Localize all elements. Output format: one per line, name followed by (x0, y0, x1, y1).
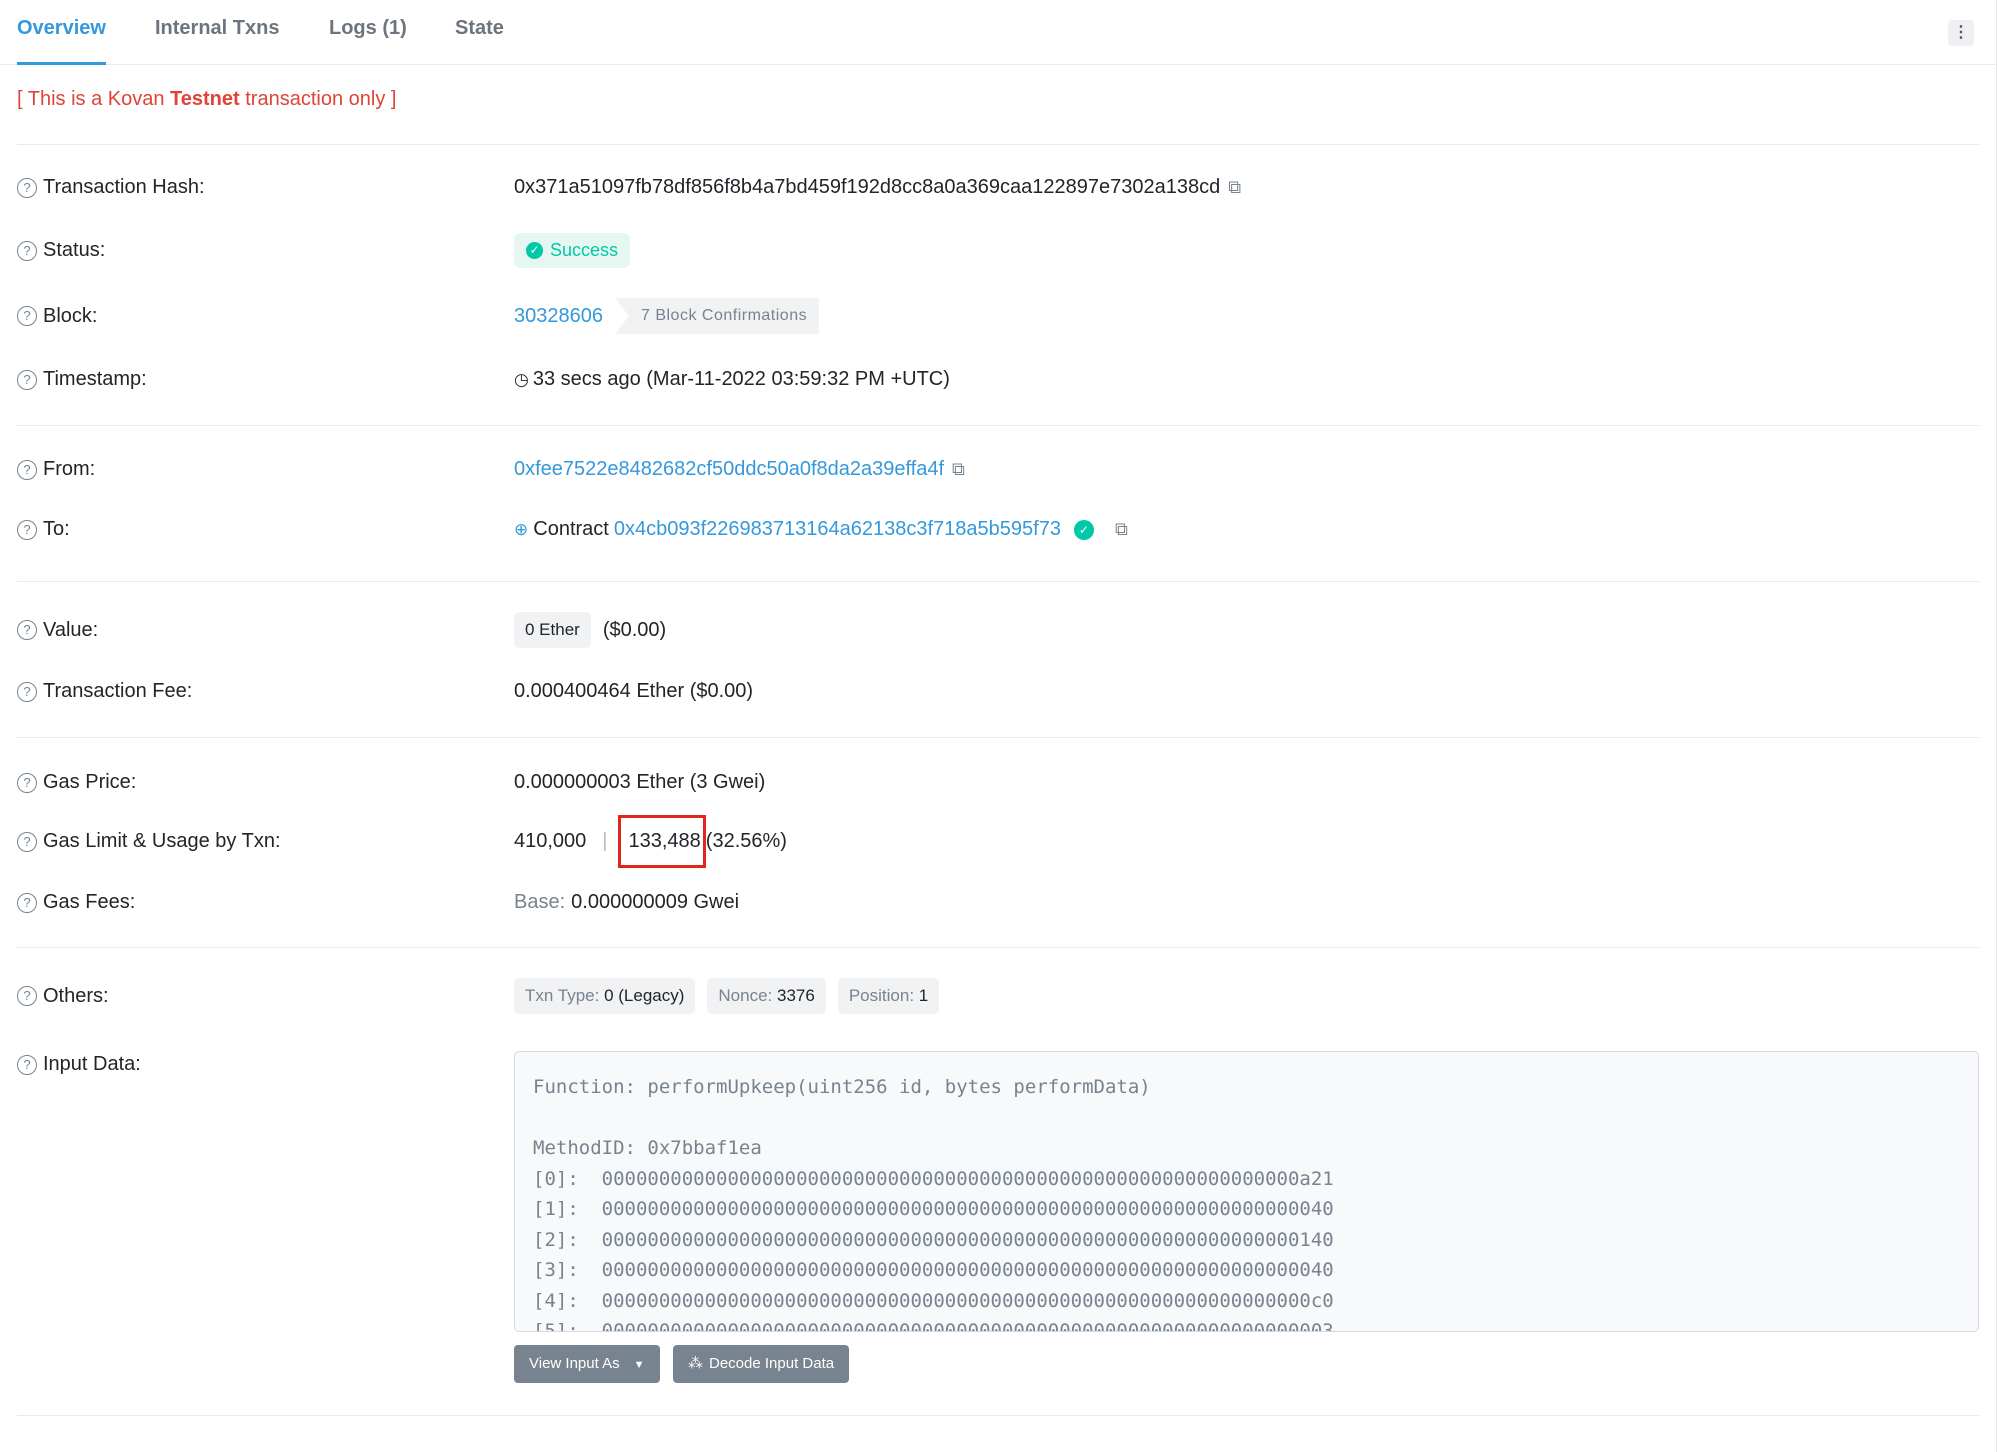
help-icon[interactable]: ? (17, 177, 37, 198)
right-border (1996, 0, 1997, 1452)
row-status: ? Status: ✓ Success (17, 233, 1979, 268)
label: Status: (43, 239, 106, 261)
gas-fees-value: 0.000000009 Gwei (571, 891, 740, 913)
testnet-notice: [ This is a Kovan Testnet transaction on… (17, 88, 396, 111)
verified-check-icon: ✓ (1073, 519, 1094, 540)
help-icon[interactable]: ? (17, 306, 37, 326)
tab-internal-txns[interactable]: Internal Txns (155, 17, 279, 62)
highlight-box: 133,488 (617, 815, 706, 868)
help-icon[interactable]: ? (17, 772, 37, 793)
row-block: ? Block: 30328606 7 Block Confirmations (17, 298, 1979, 334)
gas-price-value: 0.000000003 Ether (3 Gwei) (514, 771, 766, 793)
gas-used-value: 133,488 (628, 830, 701, 852)
value-usd: ($0.00) (602, 618, 667, 641)
row-gas-price: ? Gas Price: 0.000000003 Ether (3 Gwei) (17, 771, 1979, 794)
label: Gas Fees: (43, 891, 136, 913)
divider (17, 144, 1979, 145)
label: Gas Price: (43, 771, 137, 793)
zoom-in-icon[interactable]: ⊕ (514, 520, 528, 540)
row-gas-limit: ? Gas Limit & Usage by Txn: 410,000 | 133,4… (17, 815, 1979, 868)
pill-value: 0 (Legacy) (604, 986, 685, 1005)
position-badge: Position: 1 (837, 978, 940, 1014)
help-icon[interactable]: ? (17, 892, 37, 913)
label: Timestamp: (43, 368, 147, 390)
chevron-down-icon: ▼ (633, 1359, 645, 1371)
vertical-ellipsis-icon[interactable]: ⋮ (1948, 20, 1974, 46)
divider (17, 1415, 1979, 1416)
row-others: ? Others: Txn Type: 0 (Legacy) Nonce: 337… (17, 978, 1979, 1014)
help-icon[interactable]: ? (17, 459, 37, 480)
view-input-as-button[interactable]: View Input As ▼ (514, 1345, 660, 1383)
txn-type-badge: Txn Type: 0 (Legacy) (514, 978, 696, 1014)
status-badge: ✓ Success (514, 233, 631, 268)
help-icon[interactable]: ? (17, 986, 37, 1006)
row-value: ? Value: 0 Ether ($0.00) (17, 612, 1979, 648)
row-to: ? To: ⊕ Contract 0x4cb093f226983713164a6213… (17, 518, 1979, 541)
label: Transaction Hash: (43, 176, 205, 198)
tab-state[interactable]: State (455, 17, 504, 62)
notice-text-end: transaction only ] (239, 88, 397, 110)
row-timestamp: ? Timestamp: ◷ 33 secs ago (Mar-11-2022 03… (17, 368, 1979, 391)
help-icon[interactable]: ? (17, 1054, 37, 1075)
pill-key: Position: (848, 986, 915, 1005)
row-gas-fees: ? Gas Fees: Base: 0.000000009 Gwei (17, 891, 1979, 914)
status-text: Success (550, 240, 619, 260)
tab-logs[interactable]: Logs (1) (329, 17, 407, 62)
row-fee: ? Transaction Fee: 0.000400464 Ether ($0.… (17, 680, 1979, 703)
help-icon[interactable]: ? (17, 681, 37, 702)
pill-key: Nonce: (718, 986, 773, 1005)
value-badge: 0 Ether (514, 612, 591, 648)
divider (17, 737, 1979, 738)
label: Input Data: (43, 1053, 141, 1075)
copy-icon[interactable]: ⧉ (1228, 177, 1241, 198)
label: Block: (43, 304, 98, 327)
help-icon[interactable]: ? (17, 240, 37, 261)
help-icon[interactable]: ? (17, 519, 37, 540)
tx-hash: 0x371a51097fb78df856f8b4a7bd459f192d8cc8… (514, 176, 1221, 198)
gas-limit-value: 410,000 (514, 830, 587, 852)
nonce-badge: Nonce: 3376 (707, 978, 826, 1014)
label: Gas Limit & Usage by Txn: (43, 830, 281, 852)
button-label: Decode Input Data (709, 1355, 835, 1372)
block-link[interactable]: 30328606 (514, 305, 603, 328)
label: To: (43, 518, 70, 540)
copy-icon[interactable]: ⧉ (1115, 519, 1128, 540)
cubes-icon: ⁂ (688, 1355, 703, 1372)
divider (17, 425, 1979, 426)
tab-bar: Overview Internal Txns Logs (1) State ⋮ (0, 0, 1996, 65)
contract-label: Contract (533, 518, 609, 540)
gas-percent: (32.56%) (705, 830, 787, 852)
confirmations-badge: 7 Block Confirmations (614, 298, 820, 334)
pill-value: 3376 (777, 986, 815, 1005)
label: Others: (43, 984, 109, 1007)
fee-value: 0.000400464 Ether ($0.00) (514, 680, 754, 702)
label: From: (43, 458, 96, 480)
input-data-textarea[interactable]: Function: performUpkeep(uint256 id, byte… (514, 1051, 1979, 1332)
to-address-link[interactable]: 0x4cb093f226983713164a62138c3f718a5b595f… (614, 518, 1061, 541)
pill-value: 1 (918, 986, 929, 1005)
copy-icon[interactable]: ⧉ (952, 459, 965, 480)
row-from: ? From: 0xfee7522e8482682cf50ddc50a0f8da2… (17, 458, 1979, 481)
label: Transaction Fee: (43, 680, 193, 702)
base-label: Base: (514, 891, 566, 913)
button-label: View Input As (529, 1355, 620, 1372)
notice-bold: Testnet (170, 88, 240, 110)
divider (17, 947, 1979, 948)
from-address-link[interactable]: 0xfee7522e8482682cf50ddc50a0f8da2a39effa… (514, 458, 944, 481)
help-icon[interactable]: ? (17, 620, 37, 640)
notice-text: [ This is a Kovan (17, 88, 171, 110)
row-hash: ? Transaction Hash: 0x371a51097fb78df856f… (17, 176, 1979, 199)
tab-overview[interactable]: Overview (17, 17, 106, 65)
decode-input-button[interactable]: ⁂ Decode Input Data (673, 1345, 850, 1383)
timestamp-value: 33 secs ago (Mar-11-2022 03:59:32 PM +UT… (532, 368, 950, 390)
separator: | (602, 830, 608, 852)
divider (17, 581, 1979, 582)
help-icon[interactable]: ? (17, 831, 37, 852)
check-circle-icon: ✓ (526, 242, 543, 259)
help-icon[interactable]: ? (17, 369, 37, 390)
label: Value: (43, 618, 99, 641)
clock-icon: ◷ (514, 369, 529, 389)
pill-key: Txn Type: (525, 986, 600, 1005)
